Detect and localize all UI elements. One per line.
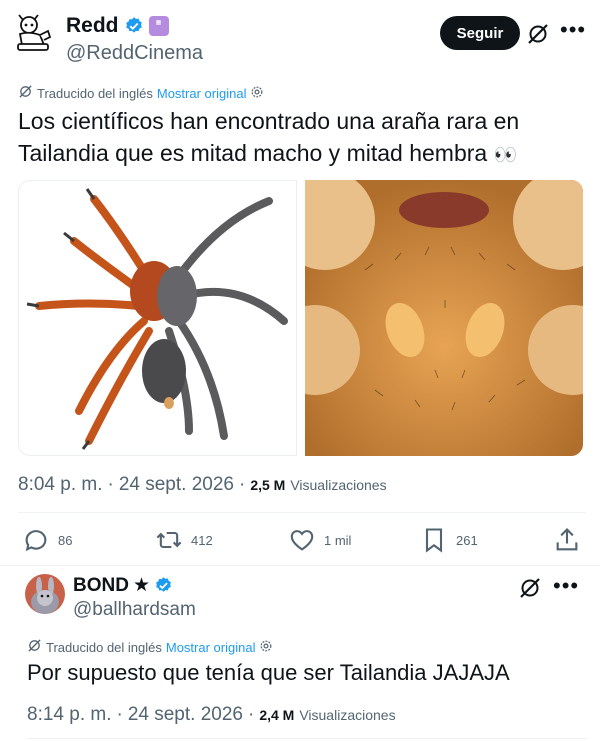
translate-icon: [27, 638, 42, 656]
verified-icon: [124, 16, 144, 36]
avatar[interactable]: [14, 14, 54, 54]
separator: ·: [238, 474, 246, 495]
handle[interactable]: @ballhardsam: [73, 599, 196, 621]
avatar[interactable]: [25, 574, 65, 614]
show-original-link[interactable]: Mostrar original: [157, 86, 247, 101]
time[interactable]: 8:04 p. m.: [18, 474, 103, 496]
tweet-text-line: Tailandia que es mitad macho y mitad hem…: [18, 140, 488, 166]
gear-icon[interactable]: [259, 639, 273, 656]
spider-closeup-photo[interactable]: [305, 180, 583, 456]
date[interactable]: 24 sept. 2026: [119, 474, 234, 496]
like-button[interactable]: 1 mil: [288, 526, 351, 554]
separator: ·: [107, 474, 114, 495]
gear-icon[interactable]: [250, 85, 264, 102]
divider: [0, 565, 600, 566]
translated-label: Traducido del inglés: [46, 639, 162, 655]
like-icon: [290, 530, 314, 551]
display-name-text[interactable]: BOND: [73, 575, 129, 597]
tweet-text: Los científicos han encontrado una araña…: [18, 105, 588, 172]
bookmark-button[interactable]: 261: [420, 526, 478, 554]
divider: [27, 738, 587, 739]
verified-icon: [154, 576, 174, 596]
reply-icon: [25, 530, 47, 552]
share-button[interactable]: [553, 526, 581, 554]
show-original-link[interactable]: Mostrar original: [166, 640, 256, 655]
like-count: 1 mil: [324, 532, 352, 548]
follow-button[interactable]: Seguir: [440, 16, 520, 50]
views-label: Visualizaciones: [299, 707, 396, 723]
time[interactable]: 8:14 p. m.: [27, 704, 112, 726]
views-label: Visualizaciones: [290, 477, 387, 493]
bookmark-count: 261: [456, 532, 478, 548]
date[interactable]: 24 sept. 2026: [128, 704, 243, 726]
display-name-text[interactable]: Redd: [66, 14, 119, 38]
affiliate-badge-icon: ▦: [148, 16, 169, 36]
repost-count: 412: [191, 532, 213, 548]
reply-button[interactable]: 86: [22, 526, 72, 554]
grok-icon[interactable]: [518, 576, 542, 600]
translation-bar: Traducido del inglés Mostrar original: [18, 84, 264, 102]
spider-photo[interactable]: [18, 180, 297, 456]
translated-label: Traducido del inglés: [37, 85, 153, 101]
tweet-text: Por supuesto que tenía que ser Tailandia…: [27, 660, 510, 685]
repost-icon: [156, 531, 182, 549]
handle[interactable]: @ReddCinema: [66, 42, 203, 65]
eyes-emoji: 👀: [493, 145, 518, 166]
share-icon: [556, 528, 578, 551]
tweet-timestamp[interactable]: 8:04 p. m. · 24 sept. 2026 · 2,5 M Visua…: [18, 474, 387, 496]
more-icon[interactable]: •••: [553, 575, 579, 597]
translation-bar: Traducido del inglés Mostrar original: [27, 638, 273, 656]
display-name[interactable]: BOND ★: [73, 574, 174, 597]
grok-icon[interactable]: [526, 22, 550, 46]
star-icon: ★: [132, 575, 150, 596]
repost-button[interactable]: 412: [155, 526, 213, 554]
display-name[interactable]: Redd ▦: [66, 14, 169, 38]
bookmark-icon: [425, 528, 443, 553]
separator: ·: [247, 704, 255, 725]
tweet-timestamp[interactable]: 8:14 p. m. · 24 sept. 2026 · 2,4 M Visua…: [27, 704, 396, 726]
views-count: 2,4 M: [259, 707, 295, 723]
separator: ·: [116, 704, 123, 725]
views-count: 2,5 M: [250, 477, 286, 493]
more-icon[interactable]: •••: [560, 19, 585, 46]
translate-icon: [18, 84, 33, 102]
divider: [18, 512, 586, 513]
tweet-text-line: Los científicos han encontrado una araña…: [18, 108, 520, 134]
reply-count: 86: [58, 532, 73, 548]
